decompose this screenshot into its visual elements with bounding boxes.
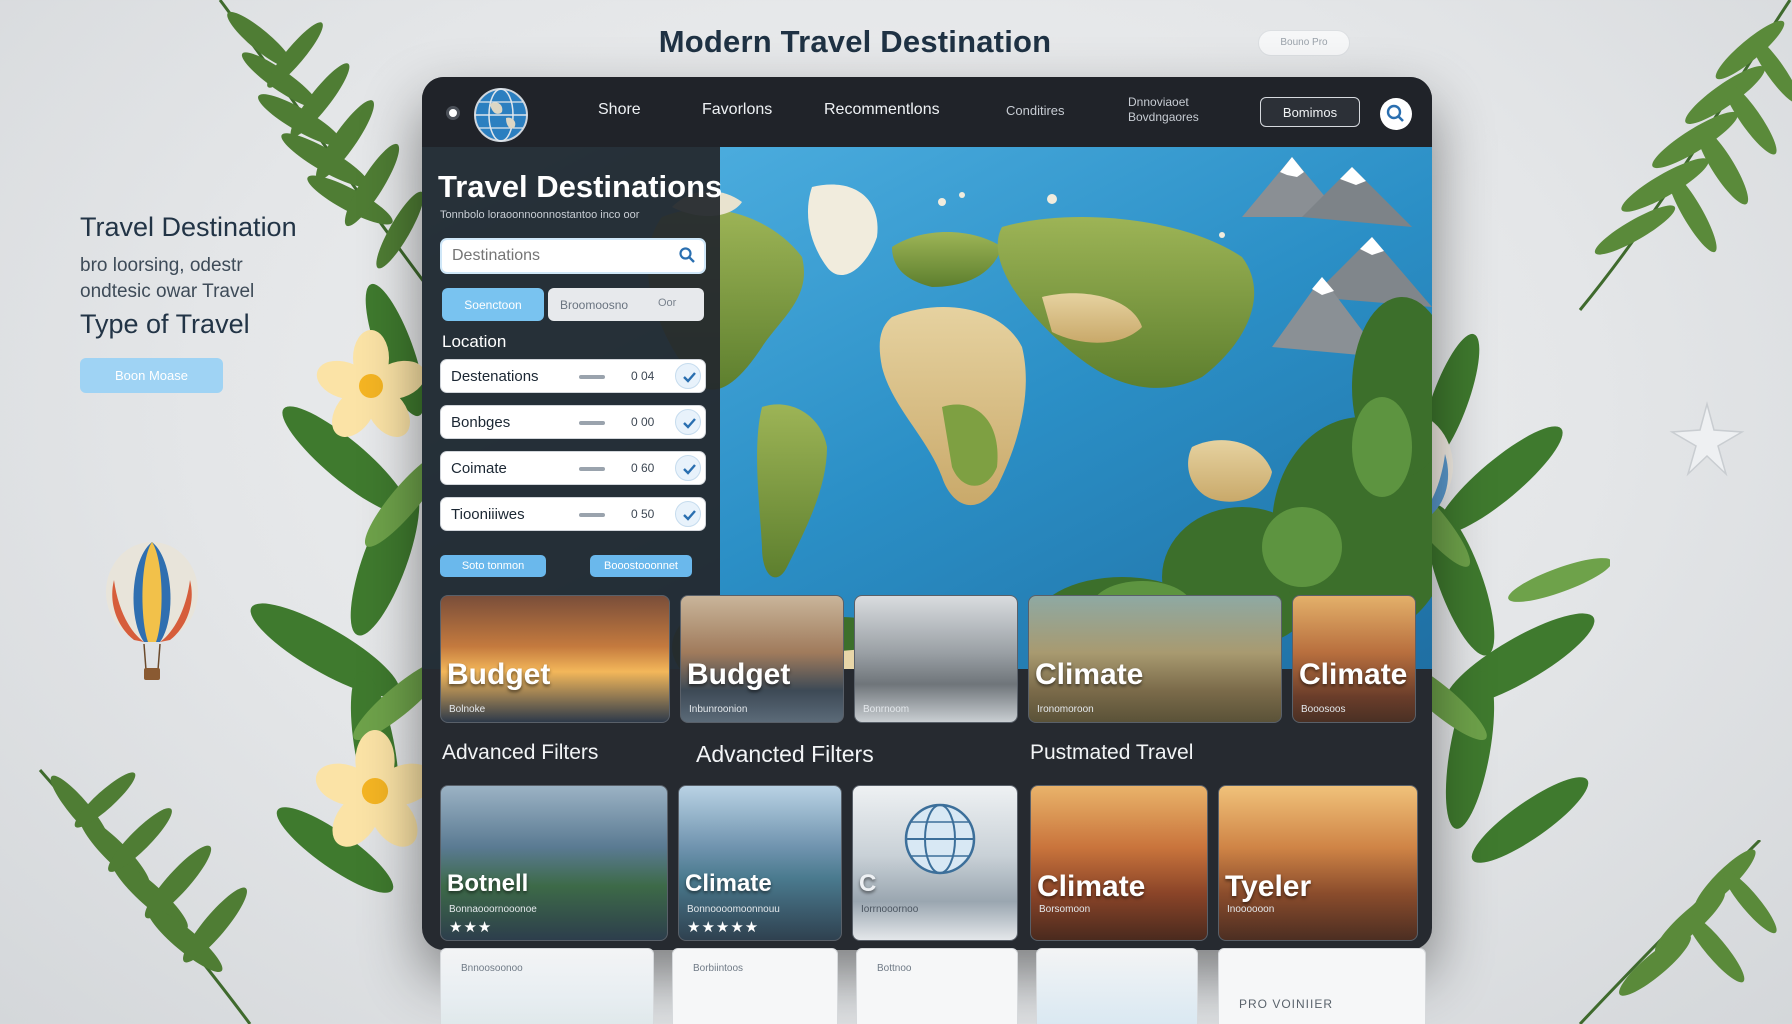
- balloon-icon: [100, 540, 204, 690]
- filter-range-bar[interactable]: [579, 421, 605, 425]
- left-body-line-2: ondtesic owar Travel: [80, 281, 255, 302]
- filter-value: 0 04: [631, 369, 655, 383]
- destination-card[interactable]: Climate Borsomoon: [1030, 785, 1208, 941]
- destination-card[interactable]: Budget Inbunroonion: [680, 595, 844, 723]
- filter-range-bar[interactable]: [579, 375, 605, 379]
- card-subtitle: Bonnoooomoonnouu: [687, 904, 780, 915]
- plumeria-icon: [316, 330, 426, 440]
- card-subtitle: Bonrnoom: [863, 704, 910, 715]
- segment-tab-active[interactable]: Soenctoon: [442, 288, 544, 321]
- nav-item-conditions[interactable]: Conditires: [1006, 103, 1065, 118]
- filter-value: 0 00: [631, 415, 655, 429]
- card-title: Budget: [687, 658, 791, 691]
- card-title: Tyeler: [1225, 870, 1312, 903]
- filter-value: 0 60: [631, 461, 655, 475]
- left-heading-2: Type of Travel: [80, 309, 250, 339]
- filter-value: 0 50: [631, 507, 655, 521]
- panel-title: Travel Destinations: [438, 169, 723, 204]
- card-subtitle: Ironomoroon: [1037, 704, 1094, 715]
- filter-label: Destenations: [451, 368, 539, 385]
- card-title: C: [859, 870, 877, 897]
- section-title-advanced-filters: Advanced Filters: [442, 741, 599, 764]
- nav-item-destinations[interactable]: Dnnoviaoet Bovdngaores: [1128, 95, 1199, 125]
- peek-card-text: PRO VOINIIER: [1239, 997, 1334, 1011]
- destination-card[interactable]: Bonrnoom: [854, 595, 1018, 723]
- left-body-line-1: bro loorsing, odestr: [80, 255, 243, 276]
- card-title: Budget: [447, 658, 551, 691]
- panel-subtitle: Tonnbolo loraoonnoonnostantoo inco oor: [440, 209, 640, 221]
- card-title: Climate: [1035, 658, 1144, 691]
- destination-card[interactable]: Botnell Bonnaooornooonoe ★★★: [440, 785, 668, 941]
- nav-item-share[interactable]: Shore: [598, 101, 641, 119]
- card-subtitle: Booosoos: [1301, 704, 1346, 715]
- peek-card[interactable]: Bnnoosoonoo: [440, 948, 654, 1024]
- card-subtitle: Iorrnooornoo: [861, 904, 919, 915]
- nav-item-favorites[interactable]: Favorlons: [702, 101, 772, 119]
- check-icon[interactable]: [675, 363, 701, 389]
- corner-pill[interactable]: Bouno Pro: [1258, 30, 1350, 56]
- destination-card[interactable]: Budget Bolnoke: [440, 595, 670, 723]
- rating-stars: ★★★: [449, 919, 493, 936]
- peek-card-text: Bnnoosoonoo: [461, 963, 523, 974]
- nav-item-line-1: Dnnoviaoet: [1128, 95, 1189, 109]
- apply-filters-button[interactable]: Soto tonmon: [440, 555, 546, 577]
- card-subtitle: Bolnoke: [449, 704, 486, 715]
- location-label: Location: [442, 332, 507, 351]
- check-icon[interactable]: [675, 409, 701, 435]
- filter-row-climate[interactable]: Coimate 0 60: [440, 451, 706, 485]
- destination-card[interactable]: Climate Bonnoooomoonnouu ★★★★★: [678, 785, 842, 941]
- app-window: Travel Destinations Tonnbolo loraoonnoon…: [422, 77, 1432, 950]
- peek-card-text: Borbiintoos: [693, 963, 744, 974]
- destination-card[interactable]: C Iorrnooornoo: [852, 785, 1018, 941]
- peek-card[interactable]: [1036, 948, 1198, 1024]
- filter-range-bar[interactable]: [579, 513, 605, 517]
- section-title-advanced-filters-2: Advancted Filters: [696, 741, 874, 767]
- search-icon[interactable]: [1380, 98, 1412, 130]
- peek-card[interactable]: Bottnoo: [856, 948, 1018, 1024]
- left-cta-button[interactable]: Boon Moase: [80, 358, 223, 393]
- card-title: Climate: [1299, 658, 1408, 691]
- segment-tab-2-tag: Oor: [658, 297, 677, 309]
- card-title: Botnell: [447, 870, 529, 897]
- peek-card[interactable]: PRO VOINIIER: [1218, 948, 1426, 1024]
- globe-icon[interactable]: [472, 86, 530, 144]
- left-heading: Travel Destination: [80, 212, 297, 242]
- card-subtitle: Inoooooon: [1227, 904, 1275, 915]
- filter-label: Bonbges: [451, 414, 511, 431]
- globe-icon: [903, 802, 977, 881]
- card-subtitle: Borsomoon: [1039, 904, 1091, 915]
- bookings-button[interactable]: Bomimos: [1260, 97, 1360, 127]
- left-copy: Travel Destination bro loorsing, odestr …: [80, 212, 330, 340]
- more-filters-button[interactable]: Booostooonnet: [590, 555, 692, 577]
- filter-row-activities[interactable]: Tiooniiiwes 0 50: [440, 497, 706, 531]
- destination-card[interactable]: Climate Booosoos: [1292, 595, 1416, 723]
- peek-card-text: Bottnoo: [877, 963, 912, 974]
- segment-tab-2[interactable]: Broomoosno: [548, 288, 704, 321]
- section-title-travel: Pustmated Travel: [1030, 741, 1194, 764]
- card-subtitle: Bonnaooornooonoe: [449, 904, 537, 915]
- nav-item-line-2: Bovdngaores: [1128, 110, 1199, 124]
- check-icon[interactable]: [675, 501, 701, 527]
- check-icon[interactable]: [675, 455, 701, 481]
- plumeria-icon: [315, 730, 435, 850]
- nav-item-recommendations[interactable]: Recommentlons: [824, 101, 940, 119]
- destination-card[interactable]: Tyeler Inoooooon: [1218, 785, 1418, 941]
- filter-row-budget[interactable]: Bonbges 0 00: [440, 405, 706, 439]
- card-title: Climate: [685, 870, 772, 897]
- starfish-icon: [1668, 400, 1746, 478]
- filter-label: Tiooniiiwes: [451, 506, 525, 523]
- filter-range-bar[interactable]: [579, 467, 605, 471]
- filter-label: Coimate: [451, 460, 507, 477]
- destination-search-input[interactable]: [440, 238, 706, 274]
- destination-card[interactable]: Climate Ironomoroon: [1028, 595, 1282, 723]
- window-dot-icon[interactable]: [446, 106, 460, 120]
- card-subtitle: Inbunroonion: [689, 704, 748, 715]
- search-icon[interactable]: [678, 246, 696, 264]
- peek-card[interactable]: Borbiintoos: [672, 948, 838, 1024]
- rating-stars: ★★★★★: [687, 919, 760, 936]
- page-title: Modern Travel Destination: [658, 24, 1052, 59]
- filter-row-destinations[interactable]: Destenations 0 04: [440, 359, 706, 393]
- card-title: Climate: [1037, 870, 1146, 903]
